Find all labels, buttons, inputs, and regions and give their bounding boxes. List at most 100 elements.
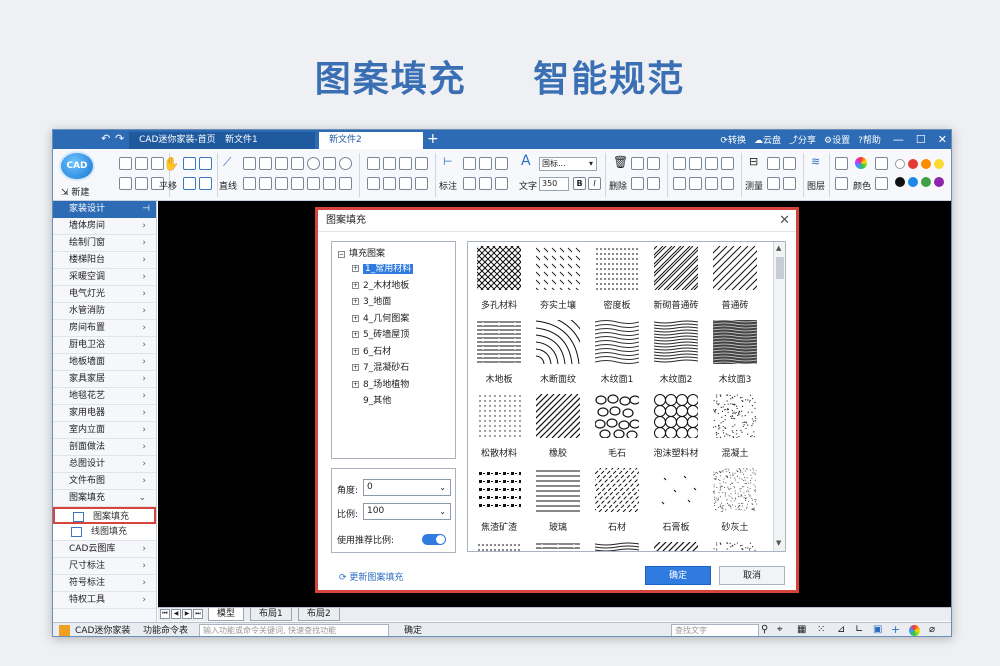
tree-root[interactable]: − 填充图案 — [338, 246, 385, 259]
move-icon[interactable] — [673, 157, 686, 170]
pdf-icon[interactable] — [135, 177, 148, 190]
pattern-item-partial[interactable] — [529, 540, 587, 551]
sidebar-item-after-0[interactable]: CAD云图库 › — [53, 541, 156, 558]
color-swatch-red[interactable] — [908, 159, 918, 169]
sidebar-item-11[interactable]: 家用电器 › — [53, 405, 156, 422]
expand-icon[interactable]: + — [352, 298, 359, 305]
sidebar-item-13[interactable]: 剖面做法 › — [53, 439, 156, 456]
edit-tool-6-icon[interactable] — [383, 177, 396, 190]
scroll-thumb[interactable] — [776, 257, 784, 279]
tab-layout1[interactable]: 布局1 — [250, 608, 292, 621]
edit-tool-3-icon[interactable] — [399, 157, 412, 170]
diagonal-icon[interactable] — [339, 177, 352, 190]
tab-layout2[interactable]: 布局2 — [298, 608, 340, 621]
sidebar-item-after-2[interactable]: 符号标注 › — [53, 575, 156, 592]
convert-button[interactable]: ⟳转换 — [720, 133, 746, 146]
measure-tool-2-icon[interactable] — [783, 157, 796, 170]
sidebar-item-15[interactable]: 文件布图 › — [53, 473, 156, 490]
sidebar-item-12[interactable]: 室内立面 › — [53, 422, 156, 439]
mark-tool-1-icon[interactable] — [463, 157, 476, 170]
copy-object-icon[interactable] — [689, 157, 702, 170]
scale-icon[interactable] — [721, 157, 734, 170]
help-button[interactable]: ?帮助 — [858, 133, 881, 146]
palette-icon[interactable] — [909, 625, 920, 636]
pattern-item[interactable]: 密度板 — [588, 244, 646, 319]
command-confirm-button[interactable]: 确定 — [393, 625, 433, 636]
sidebar-item-4[interactable]: 电气灯光 › — [53, 286, 156, 303]
pin-icon[interactable]: ⊣ — [142, 201, 150, 218]
line-type-icon[interactable] — [835, 177, 848, 190]
pattern-item[interactable]: 新砌普通砖 — [647, 244, 705, 319]
color-swatch-purple[interactable] — [934, 177, 944, 187]
zoom-extent-icon[interactable] — [199, 177, 212, 190]
ortho-icon[interactable]: ⊿ — [837, 624, 845, 635]
array-icon[interactable] — [689, 177, 702, 190]
tab-file1[interactable]: 新文件1 — [215, 132, 315, 149]
tree-item-1[interactable]: +1_常用材料 — [352, 262, 414, 276]
scale-select[interactable]: 100 ⌄ — [363, 503, 451, 520]
tree-item-9[interactable]: 9_其他 — [352, 394, 391, 408]
measure-tool-3-icon[interactable] — [767, 177, 780, 190]
square-icon[interactable] — [323, 177, 336, 190]
tree-item-5[interactable]: +5_砖墙屋顶 — [352, 328, 409, 342]
tree-item-6[interactable]: +6_石材 — [352, 345, 391, 359]
sidebar-item-9[interactable]: 家具家居 › — [53, 371, 156, 388]
undo-icon[interactable]: ↶ — [101, 132, 110, 145]
cancel-button[interactable]: 取消 — [719, 566, 785, 585]
first-page-icon[interactable]: ⏮ — [160, 609, 170, 619]
search-icon[interactable]: ⚲ — [761, 624, 768, 635]
share-button[interactable]: ⤴分享 — [789, 133, 816, 146]
zoom-window-icon[interactable] — [183, 177, 196, 190]
mirror-icon[interactable] — [705, 177, 718, 190]
pattern-item[interactable]: 砂灰土 — [706, 466, 764, 541]
sidebar-item-8[interactable]: 地板墙面 › — [53, 354, 156, 371]
expand-icon[interactable]: + — [352, 380, 359, 388]
expand-icon[interactable]: + — [352, 314, 359, 322]
pentagon-icon[interactable] — [259, 177, 272, 190]
color-swatch-white[interactable] — [895, 159, 905, 169]
mark-tool-6-icon[interactable] — [495, 177, 508, 190]
next-page-icon[interactable]: ▶ — [182, 609, 192, 619]
stretch-icon[interactable] — [721, 177, 734, 190]
eraser-icon[interactable]: ⌀ — [929, 624, 935, 635]
maximize-icon[interactable]: ☐ — [916, 133, 926, 146]
tree-item-7[interactable]: +7_混凝砂石 — [352, 361, 409, 375]
bold-icon[interactable]: B — [573, 177, 586, 190]
prev-page-icon[interactable]: ◀ — [171, 609, 181, 619]
dimension-icon[interactable]: ⊢ — [443, 155, 453, 168]
open-icon[interactable] — [119, 157, 132, 170]
draw-tool-3-icon[interactable] — [275, 157, 288, 170]
expand-icon[interactable] — [352, 397, 359, 404]
pattern-item-partial[interactable] — [588, 540, 646, 551]
refresh-hatch-link[interactable]: ⟳ 更新图案填充 — [339, 570, 403, 583]
pick-color-icon[interactable] — [875, 157, 888, 170]
line-weight-icon[interactable] — [835, 157, 848, 170]
edit-tool-4-icon[interactable] — [415, 157, 428, 170]
add-tab-icon[interactable]: + — [427, 130, 439, 149]
sidebar-subitem-1[interactable]: 线图填充 — [53, 524, 156, 541]
tab-model[interactable]: 模型 — [208, 608, 245, 621]
edit-tool-1-icon[interactable] — [367, 157, 380, 170]
pattern-item[interactable]: 木纹面2 — [647, 318, 705, 393]
cut-icon[interactable] — [647, 157, 660, 170]
zoom-in-icon[interactable] — [183, 157, 196, 170]
color-swatch-green[interactable] — [921, 177, 931, 187]
cloud-button[interactable]: ☁云盘 — [754, 133, 781, 146]
sidebar-item-after-3[interactable]: 特权工具 › — [53, 592, 156, 609]
measure-tool-1-icon[interactable] — [767, 157, 780, 170]
font-select[interactable]: 国标... ▾ — [539, 157, 597, 171]
sidebar-header[interactable]: 家装设计 ⊣ — [53, 201, 156, 218]
close-icon[interactable]: ✕ — [938, 133, 947, 146]
color-swatch-black[interactable] — [895, 177, 905, 187]
color-swatch-yellow[interactable] — [934, 159, 944, 169]
layer-icon[interactable]: ≋ — [811, 155, 820, 168]
sidebar-item-16[interactable]: 图案填充 ⌄ — [53, 490, 156, 507]
edit-tool-8-icon[interactable] — [415, 177, 428, 190]
expand-icon[interactable]: + — [352, 331, 359, 338]
ellipse-icon[interactable] — [339, 157, 352, 170]
pattern-item-partial[interactable] — [647, 540, 705, 551]
line-icon[interactable]: ⟋ — [223, 155, 231, 170]
polar-icon[interactable]: ∟ — [855, 624, 863, 635]
edit-tool-5-icon[interactable] — [367, 177, 380, 190]
trapezoid-icon[interactable] — [307, 177, 320, 190]
